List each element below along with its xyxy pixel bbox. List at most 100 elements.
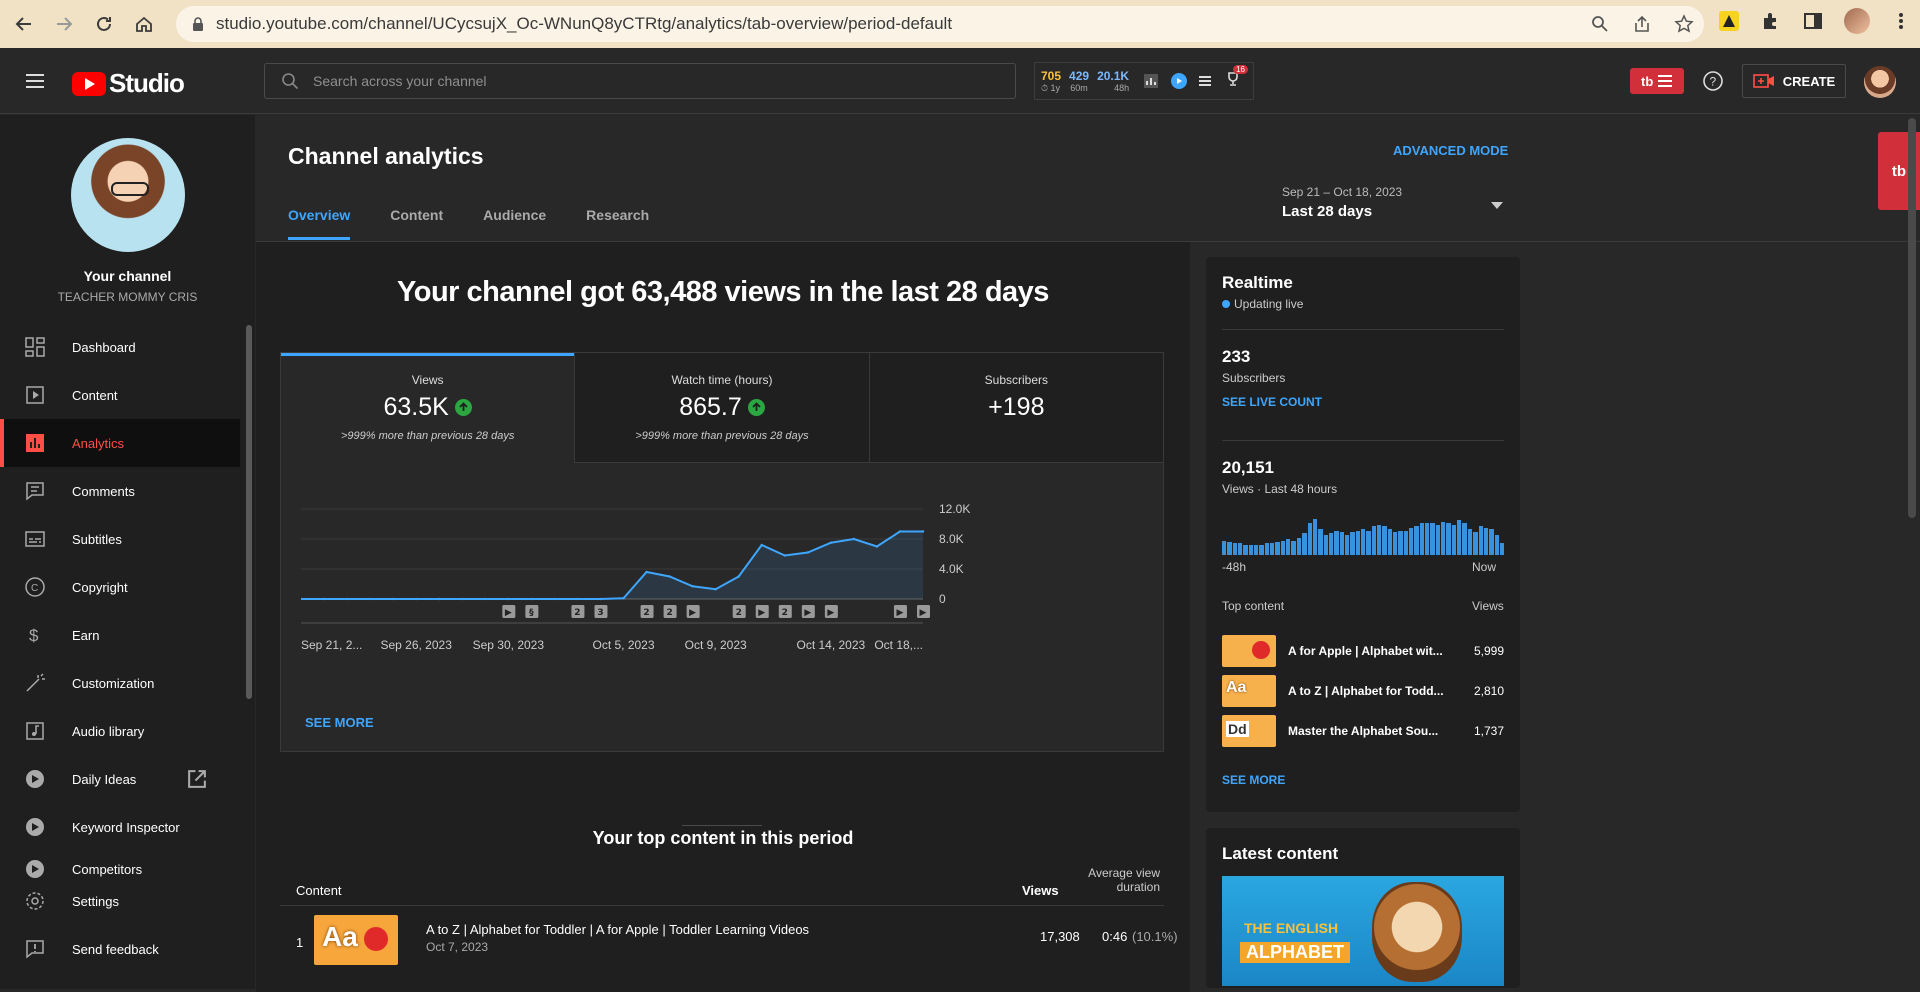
help-icon[interactable]: ? [1702, 70, 1724, 92]
publish-marker-label: 2 [574, 608, 580, 618]
tab-audience[interactable]: Audience [483, 207, 546, 240]
list-item[interactable]: A for Apple | Alphabet wit... 5,999 [1222, 635, 1504, 667]
browser-menu-icon[interactable] [1890, 10, 1912, 32]
views-col-label: Views [1472, 599, 1504, 613]
realtime-bar [1403, 530, 1409, 555]
stat-48h: 20.1K 48h [1097, 68, 1130, 93]
zoom-icon[interactable] [1590, 14, 1610, 34]
data-point [599, 597, 602, 601]
home-icon[interactable] [128, 8, 160, 40]
see-more-link[interactable]: SEE MORE [1222, 773, 1285, 787]
browser-profile-avatar[interactable] [1844, 8, 1870, 34]
sidebar-item-subtitles[interactable]: Subtitles [0, 515, 240, 563]
tab-overview[interactable]: Overview [288, 207, 351, 240]
page-scrollbar[interactable] [1908, 118, 1916, 518]
realtime-bar [1376, 524, 1382, 555]
back-icon[interactable] [8, 8, 40, 40]
realtime-bar-chart[interactable] [1222, 519, 1505, 555]
dropdown-arrow-icon[interactable] [1491, 202, 1503, 209]
data-point [737, 575, 740, 578]
realtime-bar [1270, 543, 1275, 555]
trophy-badge[interactable]: 16 [1225, 64, 1248, 92]
latest-video-thumbnail[interactable]: THE ENGLISH ALPHABET [1222, 876, 1504, 986]
realtime-bar [1286, 539, 1291, 555]
sidebar-item-comments[interactable]: Comments [0, 467, 240, 515]
realtime-bar [1355, 530, 1360, 555]
sidebar-item-content[interactable]: Content [0, 371, 240, 419]
list-icon[interactable] [1197, 73, 1213, 89]
sidebar-item-dashboard[interactable]: Dashboard [0, 323, 240, 371]
tab-research[interactable]: Research [586, 207, 649, 240]
metric-views[interactable]: Views 63.5K >999% more than previous 28 … [281, 353, 575, 463]
arrow-up-icon [454, 399, 472, 416]
row-avd-pct: (10.1%) [1132, 929, 1178, 944]
video-thumbnail[interactable]: Aa [314, 915, 398, 965]
realtime-bar [1243, 544, 1248, 555]
col-views[interactable]: Views [1022, 883, 1059, 898]
chart-start-label: -48h [1222, 560, 1247, 574]
table-row[interactable]: 1 Aa A to Z | Alphabet for Toddler | A f… [280, 907, 1178, 987]
sidebar-item-analytics[interactable]: Analytics [0, 419, 240, 467]
forward-icon[interactable] [48, 8, 80, 40]
sidebar-item-earn[interactable]: $ Earn [0, 611, 240, 659]
address-bar[interactable]: studio.youtube.com/channel/UCycsujX_Oc-W… [176, 6, 1704, 42]
extension-warning-icon[interactable] [1718, 10, 1740, 32]
list-item[interactable]: Dd Master the Alphabet Sou... 1,737 [1222, 715, 1504, 747]
studio-logo[interactable]: Studio [72, 68, 185, 99]
sidebar-item-customization[interactable]: Customization [0, 659, 240, 707]
hamburger-menu-icon[interactable] [24, 70, 46, 92]
metric-watch-time[interactable]: Watch time (hours) 865.7 >999% more than… [574, 353, 869, 463]
reload-icon[interactable] [88, 8, 120, 40]
x-tick-label: Sep 26, 2023 [380, 638, 452, 652]
realtime-bar [1457, 520, 1462, 555]
data-point [484, 597, 487, 601]
data-point [714, 588, 717, 591]
date-range-picker[interactable]: Sep 21 – Oct 18, 2023 Last 28 days [1282, 185, 1402, 220]
metric-subscribers[interactable]: Subscribers +198 [868, 353, 1163, 463]
data-point [760, 543, 763, 547]
account-avatar[interactable] [1864, 66, 1896, 98]
data-point [668, 575, 671, 578]
realtime-bar [1238, 543, 1243, 555]
sidebar-item-keyword-inspector[interactable]: Keyword Inspector [0, 803, 240, 851]
audio-library-icon [26, 722, 44, 740]
realtime-bar [1275, 542, 1280, 555]
sidepanel-icon[interactable] [1802, 10, 1824, 32]
extension-stats-widget[interactable]: 705 ⏱ 1y 429 60m 20.1K 48h 16 [1034, 62, 1254, 100]
sidebar-item-copyright[interactable]: C Copyright [0, 563, 240, 611]
realtime-bar [1280, 540, 1286, 555]
search-input[interactable]: Search across your channel [264, 63, 1016, 99]
dog-illustration [1372, 882, 1462, 982]
publish-marker-label: ▶ [689, 608, 696, 618]
tab-content[interactable]: Content [390, 207, 443, 240]
data-point [691, 585, 694, 588]
sidebar-item-daily-ideas[interactable]: Daily Ideas [0, 755, 240, 803]
tubebuddy-menu-button[interactable]: tb [1630, 68, 1684, 94]
see-more-link[interactable]: SEE MORE [305, 715, 374, 730]
bar-chart-icon[interactable] [1143, 73, 1159, 89]
col-avd[interactable]: Average view duration [1078, 866, 1160, 894]
realtime-bar [1371, 526, 1376, 555]
tubebuddy-play-icon[interactable] [1171, 73, 1188, 89]
studio-header: Studio Search across your channel 705 ⏱ … [0, 48, 1920, 114]
video-thumbnail [1222, 635, 1276, 667]
sidebar-item-settings[interactable]: Settings [0, 879, 240, 923]
see-live-count-link[interactable]: SEE LIVE COUNT [1222, 395, 1322, 409]
bookmark-star-icon[interactable] [1674, 14, 1694, 34]
data-point [875, 545, 879, 548]
row-title[interactable]: A to Z | Alphabet for Toddler | A for Ap… [426, 922, 809, 937]
video-thumbnail: Aa [1222, 675, 1276, 707]
sidebar-scrollbar[interactable] [246, 325, 252, 699]
create-button[interactable]: CREATE [1742, 64, 1846, 98]
list-item[interactable]: Aa A to Z | Alphabet for Todd... 2,810 [1222, 675, 1504, 707]
sidebar-item-audio-library[interactable]: Audio library [0, 707, 240, 755]
advanced-mode-link[interactable]: ADVANCED MODE [1393, 143, 1508, 158]
views-chart[interactable]: 12.0K 8.0K 4.0K 0 ▶ § 2 3 2 2 ▶ 2 ▶ 2 ▶ ▶ ▶ ▶ Sep 21, 2...… [301, 473, 1151, 673]
channel-avatar[interactable] [71, 138, 185, 252]
sidebar-item-send-feedback[interactable]: Send feedback [0, 923, 240, 975]
puzzle-icon[interactable] [1760, 10, 1782, 32]
customization-icon [26, 673, 45, 692]
date-range-text: Sep 21 – Oct 18, 2023 [1282, 185, 1403, 199]
share-icon[interactable] [1632, 14, 1652, 34]
publish-marker-label: 3 [597, 608, 603, 618]
